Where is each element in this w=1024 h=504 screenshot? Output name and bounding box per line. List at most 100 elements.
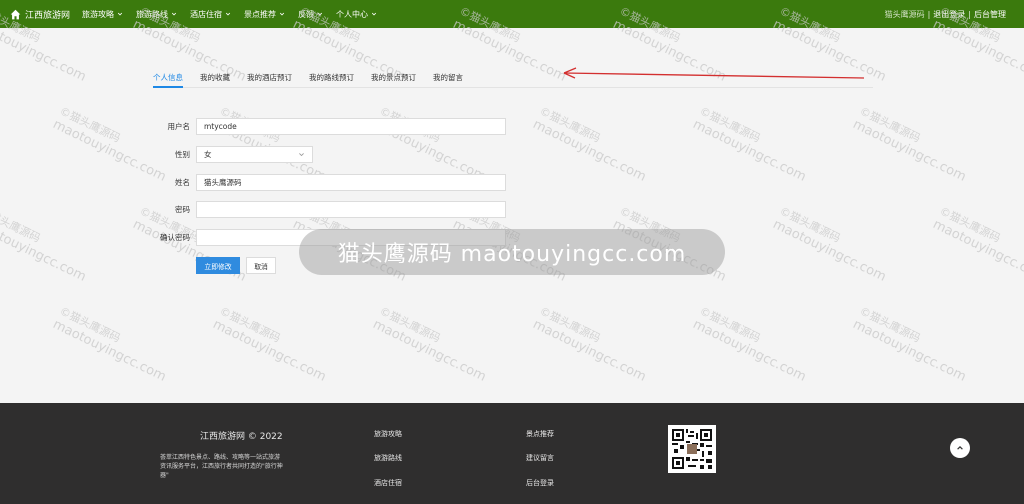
watermark-line: ©猫头鹰源码 (377, 304, 443, 346)
tab-favorites[interactable]: 我的收藏 (200, 70, 230, 88)
tab-hotel-bookings[interactable]: 我的酒店预订 (247, 70, 292, 88)
nav-item-travel-guide[interactable]: 旅游攻略 (82, 9, 123, 20)
watermark-line: ©猫头鹰源码 (217, 304, 283, 346)
watermark-line: maotouyingcc.com (130, 217, 249, 286)
submit-button[interactable]: 立即修改 (196, 257, 240, 274)
watermark-text: ©猫头鹰源码maotouyingcc.com (529, 104, 654, 186)
footer-link-attractions[interactable]: 景点推荐 (526, 429, 554, 439)
tab-my-messages[interactable]: 我的留言 (433, 70, 463, 88)
nav-item-label: 反馈 (298, 9, 315, 19)
watermark-line: ©猫头鹰源码 (617, 204, 683, 246)
watermark-text: ©猫头鹰源码maotouyingcc.com (849, 304, 974, 386)
watermark-line: ©猫头鹰源码 (857, 104, 923, 146)
watermark-line: ©猫头鹰源码 (857, 304, 923, 346)
name-input[interactable] (196, 174, 506, 191)
nav-item-label: 景点推荐 (244, 9, 277, 19)
watermark-line: maotouyingcc.com (50, 317, 169, 386)
chevron-down-icon (317, 12, 323, 16)
footer-description: 荟萃江西特色景点、路线、攻略等一站式旅游资讯服务平台，江西旅行者共同打造的"旅行… (160, 454, 283, 479)
nav-item-attractions[interactable]: 景点推荐 (244, 9, 285, 20)
nav-item-feedback[interactable]: 反馈 (298, 9, 323, 20)
user-menu: 猫头鹰源码 | 退出登录 | 后台管理 (885, 0, 1006, 28)
site-brand[interactable]: 江西旅游网 (10, 8, 70, 21)
name-row: 姓名 (140, 174, 506, 191)
admin-link[interactable]: 后台管理 (974, 9, 1006, 20)
name-label: 姓名 (175, 178, 190, 187)
watermark-line: ©猫头鹰源码 (377, 104, 495, 171)
annotation-arrow (563, 67, 865, 79)
gender-row: 性别 女 (140, 146, 313, 163)
footer-link-admin-login[interactable]: 后台登录 (526, 478, 554, 488)
username-row: 用户名 (140, 118, 506, 135)
watermark-text: ©猫头鹰源码maotouyingcc.com (689, 104, 814, 186)
watermark-text: ©猫头鹰源码maotouyingcc.com (689, 304, 814, 386)
footer-link-travel-guide[interactable]: 旅游攻略 (374, 429, 402, 439)
nav-item-label: 酒店住宿 (190, 9, 223, 19)
watermark-line: maotouyingcc.com (610, 217, 729, 286)
watermark-text: ©猫头鹰源码maotouyingcc.com (369, 304, 494, 386)
nav-item-hotel[interactable]: 酒店住宿 (190, 9, 231, 20)
watermark-text: ©猫头鹰源码maotouyingcc.com (0, 204, 94, 286)
site-brand-label: 江西旅游网 (25, 10, 71, 21)
watermark-line: maotouyingcc.com (370, 317, 489, 386)
watermark-line: ©猫头鹰源码 (777, 204, 843, 246)
watermark-text: ©猫头鹰源码maotouyingcc.com (209, 304, 334, 386)
logout-link[interactable]: 退出登录 (933, 9, 965, 20)
gender-label: 性别 (175, 150, 190, 159)
back-to-top-button[interactable] (950, 438, 970, 458)
chevron-down-icon (299, 153, 304, 157)
tab-personal-info[interactable]: 个人信息 (153, 70, 183, 88)
watermark-line: ©猫头鹰源码 (697, 104, 763, 146)
watermark-text: ©猫头鹰源码maotouyingcc.com (929, 204, 1024, 286)
confirm-password-label: 确认密码 (160, 233, 190, 242)
tab-route-bookings[interactable]: 我的路线预订 (309, 70, 354, 88)
divider: | (968, 9, 971, 19)
confirm-password-input[interactable] (196, 229, 506, 246)
watermark-line: maotouyingcc.com (850, 117, 969, 186)
password-row: 密码 (140, 201, 506, 218)
watermark-line: maotouyingcc.com (210, 317, 329, 386)
chevron-down-icon (279, 12, 285, 16)
nav-item-label: 旅游攻略 (82, 9, 115, 19)
nav-item-travel-routes[interactable]: 旅游路线 (136, 9, 177, 20)
watermark-line: ©猫头鹰源码 (937, 204, 1003, 246)
watermark-line: maotouyingcc.com (850, 317, 969, 386)
footer: 江西旅游网 © 2022 荟萃江西特色景点、路线、攻略等一站式旅游资讯服务平台，… (0, 403, 1024, 504)
watermark-text: ©猫头鹰源码maotouyingcc.com (609, 204, 734, 286)
watermark-text: ©猫头鹰源码maotouyingcc.com (529, 304, 654, 386)
watermark-line: maotouyingcc.com (930, 217, 1024, 286)
current-user[interactable]: 猫头鹰源码 (885, 9, 925, 20)
chevron-down-icon (117, 12, 123, 16)
watermark-line: maotouyingcc.com (690, 317, 809, 386)
chevron-up-icon (957, 445, 963, 450)
watermark-text: ©猫头鹰源码maotouyingcc.com (49, 304, 174, 386)
nav-item-label: 旅游路线 (136, 9, 169, 19)
password-input[interactable] (196, 201, 506, 218)
cancel-button[interactable]: 取消 (246, 257, 276, 274)
footer-link-hotel[interactable]: 酒店住宿 (374, 478, 402, 488)
watermark-line: maotouyingcc.com (530, 317, 649, 386)
gender-select[interactable]: 女 (196, 146, 313, 163)
qr-code-image (670, 427, 714, 471)
watermark-line: maotouyingcc.com (690, 117, 809, 186)
username-input[interactable] (196, 118, 506, 135)
tab-attraction-bookings[interactable]: 我的景点预订 (371, 70, 416, 88)
home-icon (10, 9, 21, 19)
watermark-line: maotouyingcc.com (0, 217, 89, 286)
nav-item-personal-center[interactable]: 个人中心 (336, 9, 377, 20)
footer-link-suggestions[interactable]: 建议留言 (526, 453, 554, 463)
watermark-line: maotouyingcc.com (770, 217, 889, 286)
top-navbar: 江西旅游网 旅游攻略 旅游路线 酒店住宿 景点推荐 反馈 个人中心 猫头鹰源码 … (0, 0, 1024, 28)
watermark-line: ©猫头鹰源码 (537, 304, 603, 346)
nav-item-label: 个人中心 (336, 9, 369, 19)
confirm-password-row: 确认密码 (140, 229, 506, 246)
footer-title: 江西旅游网 © 2022 (200, 432, 283, 442)
footer-link-travel-routes[interactable]: 旅游路线 (374, 453, 402, 463)
password-label: 密码 (175, 205, 190, 214)
watermark-line: ©猫头鹰源码 (57, 304, 123, 346)
watermark-text: ©猫头鹰源码maotouyingcc.com (849, 104, 974, 186)
watermark-line: ©猫头鹰源码 (697, 304, 763, 346)
gender-selected-value: 女 (204, 150, 212, 159)
qr-code (668, 425, 716, 473)
watermark-line: maotouyingcc.com (290, 217, 409, 286)
